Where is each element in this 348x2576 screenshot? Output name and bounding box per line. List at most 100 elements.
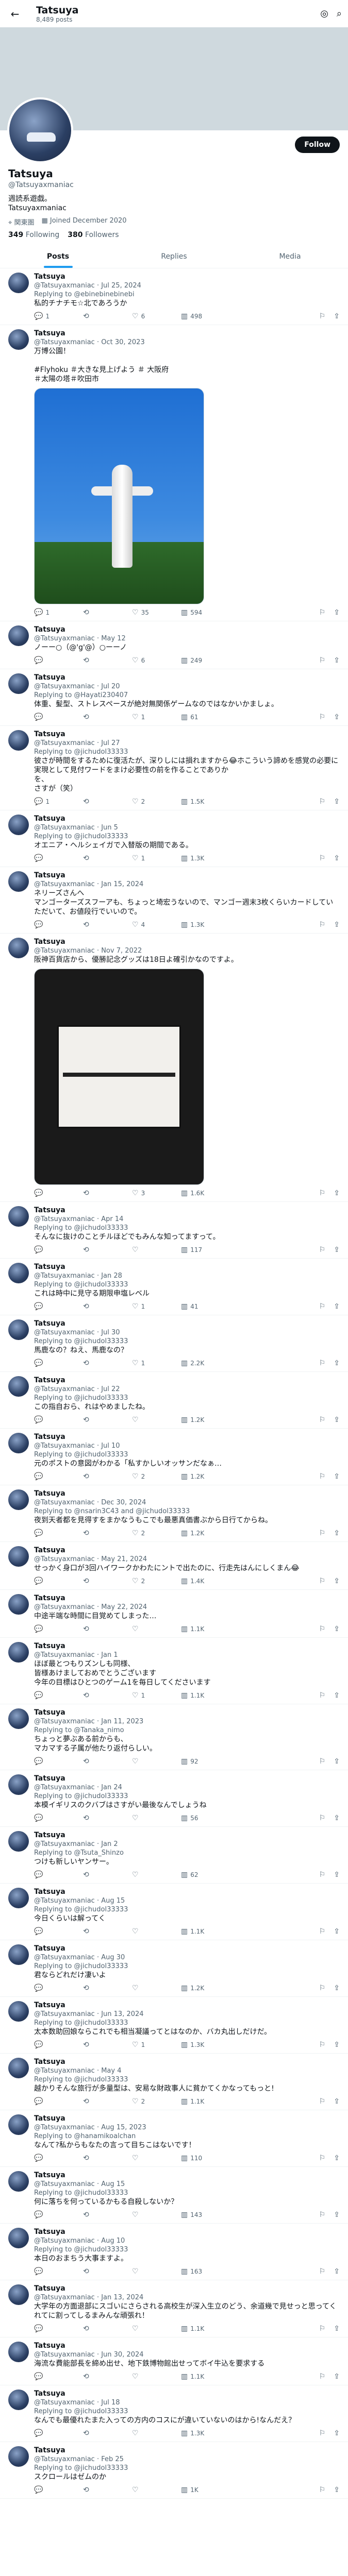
retweet-button[interactable]: ⟲ (83, 1871, 132, 1879)
retweet-button[interactable]: ⟲ (83, 2097, 132, 2106)
bookmark-icon[interactable]: ⚐ (319, 2267, 326, 2276)
bookmark-icon[interactable]: ⚐ (319, 1577, 326, 1585)
avatar[interactable] (8, 1546, 29, 1567)
share-icon[interactable]: ⇪ (334, 2325, 340, 2333)
tweet-handle-date[interactable]: @Tatsuyaxmaniac · Jan 28 (34, 1272, 122, 1280)
tweet-handle-date[interactable]: @Tatsuyaxmaniac · Aug 15, 2023 (34, 2124, 146, 2131)
bookmark-icon[interactable]: ⚐ (319, 713, 326, 721)
retweet-button[interactable]: ⟲ (83, 2154, 132, 2162)
share-icon[interactable]: ⇪ (334, 2429, 340, 2437)
tweet[interactable]: Tatsuya @Tatsuyaxmaniac · Dec 30, 2024 R… (0, 1485, 348, 1542)
avatar[interactable] (8, 1774, 29, 1795)
reply-button[interactable]: 💬 (34, 1691, 83, 1700)
bookmark-icon[interactable]: ⚐ (319, 2372, 326, 2381)
share-icon[interactable]: ⇪ (334, 1246, 340, 1254)
views-button[interactable]: ▥ 1.1K (181, 2097, 230, 2106)
avatar[interactable] (8, 625, 29, 646)
tweet[interactable]: Tatsuya @Tatsuyaxmaniac · Jul 22 Replyin… (0, 1372, 348, 1429)
reply-button[interactable]: 💬 1 (34, 312, 83, 320)
reply-button[interactable]: 💬 (34, 1625, 83, 1633)
views-button[interactable]: ▥ 61 (181, 713, 230, 721)
retweet-button[interactable]: ⟲ (83, 1625, 132, 1633)
tweet-author-name[interactable]: Tatsuya (34, 1319, 65, 1328)
followers-link[interactable]: 380 Followers (68, 231, 119, 239)
retweet-button[interactable]: ⟲ (83, 2325, 132, 2333)
tweet-handle-date[interactable]: @Tatsuyaxmaniac · Aug 15 (34, 1897, 125, 1905)
tweet-handle-date[interactable]: @Tatsuyaxmaniac · Apr 14 (34, 1215, 123, 1223)
tweet-author-name[interactable]: Tatsuya (34, 1944, 65, 1953)
like-button[interactable]: ♡ (132, 2486, 181, 2494)
reply-button[interactable]: 💬 (34, 1577, 83, 1585)
bookmark-icon[interactable]: ⚐ (319, 854, 326, 862)
retweet-button[interactable]: ⟲ (83, 1359, 132, 1367)
tweet[interactable]: Tatsuya @Tatsuyaxmaniac · Jan 2 Replying… (0, 1827, 348, 1884)
tweet-author-name[interactable]: Tatsuya (34, 2114, 65, 2123)
like-button[interactable]: ♡ 4 (132, 921, 181, 929)
tweet-author-name[interactable]: Tatsuya (34, 1831, 65, 1839)
bookmark-icon[interactable]: ⚐ (319, 2211, 326, 2219)
tweet-handle-date[interactable]: @Tatsuyaxmaniac · Oct 30, 2023 (34, 338, 145, 346)
views-button[interactable]: ▥ 1.1K (181, 1691, 230, 1700)
like-button[interactable]: ♡ (132, 1757, 181, 1766)
share-icon[interactable]: ⇪ (334, 2267, 340, 2276)
bookmark-icon[interactable]: ⚐ (319, 1246, 326, 1254)
like-button[interactable]: ♡ 6 (132, 656, 181, 665)
tab-media[interactable]: Media (232, 245, 348, 268)
tweet-handle-date[interactable]: @Tatsuyaxmaniac · May 22, 2024 (34, 1603, 147, 1611)
reply-button[interactable]: 💬 (34, 1246, 83, 1254)
tweet-handle-date[interactable]: @Tatsuyaxmaniac · Feb 25 (34, 2455, 124, 2463)
share-icon[interactable]: ⇪ (334, 713, 340, 721)
retweet-button[interactable]: ⟲ (83, 1814, 132, 1822)
tweet-handle-date[interactable]: @Tatsuyaxmaniac · Jan 13, 2024 (34, 2294, 143, 2301)
tweet-handle-date[interactable]: @Tatsuyaxmaniac · Jan 24 (34, 1784, 122, 1791)
views-button[interactable]: ▥ 1.5K (181, 798, 230, 806)
tweet-handle-date[interactable]: @Tatsuyaxmaniac · Dec 30, 2024 (34, 1499, 146, 1506)
like-button[interactable]: ♡ 2 (132, 2097, 181, 2106)
like-button[interactable]: ♡ 1 (132, 1359, 181, 1367)
bookmark-icon[interactable]: ⚐ (319, 2429, 326, 2437)
like-button[interactable]: ♡ 35 (132, 608, 181, 617)
views-button[interactable]: ▥ 1.3K (181, 854, 230, 862)
tweet[interactable]: Tatsuya @Tatsuyaxmaniac · May 21, 2024 せ… (0, 1542, 348, 1590)
grok-icon[interactable]: ◎ (320, 8, 328, 19)
bookmark-icon[interactable]: ⚐ (319, 656, 326, 665)
views-button[interactable]: ▥ 249 (181, 656, 230, 665)
retweet-button[interactable]: ⟲ (83, 656, 132, 665)
following-link[interactable]: 349 Following (8, 231, 59, 239)
share-icon[interactable]: ⇪ (334, 1984, 340, 1992)
reply-button[interactable]: 💬 (34, 2325, 83, 2333)
tweet-handle-date[interactable]: @Tatsuyaxmaniac · Jun 13, 2024 (34, 2010, 144, 2018)
retweet-button[interactable]: ⟲ (83, 2041, 132, 2049)
tweet[interactable]: Tatsuya @Tatsuyaxmaniac · Jul 25, 2024 R… (0, 268, 348, 325)
like-button[interactable]: ♡ 2 (132, 1577, 181, 1585)
retweet-button[interactable]: ⟲ (83, 1302, 132, 1311)
retweet-button[interactable]: ⟲ (83, 2267, 132, 2276)
like-button[interactable]: ♡ 1 (132, 1691, 181, 1700)
views-button[interactable]: ▥ 1.2K (181, 1984, 230, 1992)
retweet-button[interactable]: ⟲ (83, 1189, 132, 1197)
reply-button[interactable]: 💬 (34, 2372, 83, 2381)
tweet-author-name[interactable]: Tatsuya (34, 1433, 65, 1441)
reply-button[interactable]: 💬 (34, 2429, 83, 2437)
share-icon[interactable]: ⇪ (334, 2041, 340, 2049)
avatar[interactable] (8, 1319, 29, 1340)
tweet[interactable]: Tatsuya @Tatsuyaxmaniac · Oct 30, 2023 万… (0, 325, 348, 621)
retweet-button[interactable]: ⟲ (83, 854, 132, 862)
like-button[interactable]: ♡ 1 (132, 713, 181, 721)
views-button[interactable]: ▥ 117 (181, 1246, 230, 1254)
retweet-button[interactable]: ⟲ (83, 1472, 132, 1481)
reply-button[interactable]: 💬 (34, 1984, 83, 1992)
bookmark-icon[interactable]: ⚐ (319, 2097, 326, 2106)
share-icon[interactable]: ⇪ (334, 2211, 340, 2219)
tweet[interactable]: Tatsuya @Tatsuyaxmaniac · Aug 10 Replyin… (0, 2224, 348, 2280)
bookmark-icon[interactable]: ⚐ (319, 921, 326, 929)
like-button[interactable]: ♡ (132, 1625, 181, 1633)
share-icon[interactable]: ⇪ (334, 1927, 340, 1936)
bookmark-icon[interactable]: ⚐ (319, 1302, 326, 1311)
avatar[interactable] (8, 673, 29, 694)
tweet-author-name[interactable]: Tatsuya (34, 2001, 65, 2009)
tweet-author-name[interactable]: Tatsuya (34, 1774, 65, 1783)
tweet-author-name[interactable]: Tatsuya (34, 730, 65, 738)
retweet-button[interactable]: ⟲ (83, 1691, 132, 1700)
avatar[interactable] (8, 2446, 29, 2467)
